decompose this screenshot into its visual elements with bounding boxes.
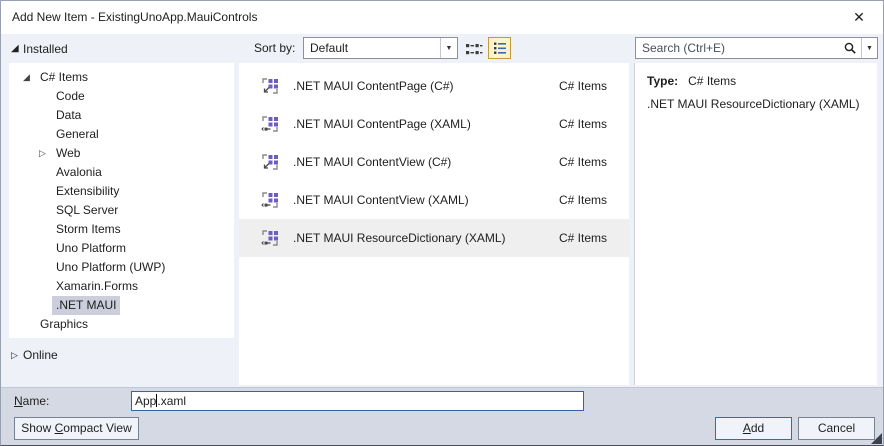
maui-csharp-file-icon bbox=[262, 78, 278, 94]
tree-item-label: Code bbox=[56, 89, 85, 103]
tree-item-data[interactable]: Data bbox=[9, 106, 234, 125]
sort-by-value: Default bbox=[310, 41, 349, 55]
tree-item-sql-server[interactable]: SQL Server bbox=[9, 201, 234, 220]
search-icon[interactable] bbox=[839, 38, 861, 58]
tree-item-net-maui[interactable]: .NET MAUI bbox=[9, 296, 234, 315]
template-list-item-net-maui-contentpage-c[interactable]: .NET MAUI ContentPage (C#) C# Items bbox=[239, 67, 629, 105]
name-value-before-caret: App bbox=[135, 394, 157, 408]
small-icons-icon bbox=[466, 43, 483, 54]
template-name: .NET MAUI ContentView (XAML) bbox=[293, 193, 469, 207]
template-name: .NET MAUI ContentPage (C#) bbox=[293, 79, 454, 93]
tree-item-label: Avalonia bbox=[56, 165, 102, 179]
nav-online[interactable]: ▷ Online bbox=[9, 345, 234, 365]
tree-item-uno-platform[interactable]: Uno Platform bbox=[9, 239, 234, 258]
xaml-template-icon bbox=[261, 229, 279, 247]
tree-item-web[interactable]: ▷ Web bbox=[9, 144, 234, 163]
tree-item-label: SQL Server bbox=[56, 203, 119, 217]
tree-item-xamarin-forms[interactable]: Xamarin.Forms bbox=[9, 277, 234, 296]
template-category: C# Items bbox=[558, 193, 607, 207]
template-name: .NET MAUI ContentView (C#) bbox=[293, 155, 452, 169]
template-name: .NET MAUI ResourceDictionary (XAML) bbox=[293, 231, 506, 245]
expanded-arrow-icon[interactable]: ◢ bbox=[23, 68, 36, 87]
resize-grip-icon[interactable] bbox=[871, 433, 882, 444]
detail-type-value: C# Items bbox=[688, 74, 737, 88]
nav-installed[interactable]: ◢ Installed bbox=[9, 39, 234, 59]
chevron-down-icon: ▼ bbox=[440, 38, 457, 58]
tree-item-label: General bbox=[56, 127, 99, 141]
tree-item-avalonia[interactable]: Avalonia bbox=[9, 163, 234, 182]
maui-csharp-file-icon bbox=[262, 154, 278, 170]
template-category: C# Items bbox=[558, 231, 607, 245]
collapsed-arrow-icon[interactable]: ▷ bbox=[39, 144, 52, 163]
tree-item-extensibility[interactable]: Extensibility bbox=[9, 182, 234, 201]
category-tree: ◢ C# Items Code Data General ▷ Web Avalo… bbox=[9, 63, 234, 338]
tree-item-label: Uno Platform (UWP) bbox=[56, 260, 166, 274]
template-list-item-net-maui-contentpage-xaml[interactable]: .NET MAUI ContentPage (XAML) C# Items bbox=[239, 105, 629, 143]
xaml-template-icon bbox=[261, 115, 279, 133]
template-name: .NET MAUI ContentPage (XAML) bbox=[293, 117, 471, 131]
template-list: .NET MAUI ContentPage (C#) C# Items .NET… bbox=[239, 63, 629, 385]
template-list-item-net-maui-contentview-c[interactable]: .NET MAUI ContentView (C#) C# Items bbox=[239, 143, 629, 181]
csharp-template-icon bbox=[261, 77, 279, 95]
tree-item-label: C# Items bbox=[40, 70, 89, 84]
maui-xaml-file-icon bbox=[261, 192, 278, 208]
name-value-after-caret: .xaml bbox=[157, 394, 187, 408]
tree-item-label: Storm Items bbox=[56, 222, 121, 236]
show-compact-view-button[interactable]: Show Compact View bbox=[14, 417, 139, 440]
detail-description: .NET MAUI ResourceDictionary (XAML) bbox=[647, 97, 860, 111]
xaml-template-icon bbox=[261, 191, 279, 209]
template-category: C# Items bbox=[558, 117, 607, 131]
template-list-item-net-maui-contentview-xaml[interactable]: .NET MAUI ContentView (XAML) C# Items bbox=[239, 181, 629, 219]
tree-item-general[interactable]: General bbox=[9, 125, 234, 144]
tree-item-label: Data bbox=[56, 108, 82, 122]
collapsed-arrow-icon[interactable]: ▷ bbox=[9, 345, 23, 365]
name-label: Name: bbox=[14, 394, 50, 408]
list-view-icon bbox=[493, 42, 506, 54]
template-category: C# Items bbox=[558, 155, 607, 169]
sort-by-label: Sort by: bbox=[254, 41, 296, 55]
detail-panel: Type: C# Items .NET MAUI ResourceDiction… bbox=[634, 63, 877, 385]
tree-item-storm-items[interactable]: Storm Items bbox=[9, 220, 234, 239]
tree-item-c-items[interactable]: ◢ C# Items bbox=[9, 68, 234, 87]
search-box: ▼ bbox=[635, 37, 878, 59]
template-category: C# Items bbox=[558, 79, 607, 93]
close-icon[interactable]: ✕ bbox=[849, 1, 869, 34]
search-input[interactable] bbox=[636, 38, 839, 58]
small-icons-view-button[interactable] bbox=[463, 38, 485, 59]
detail-type-line: Type: C# Items bbox=[647, 74, 869, 88]
maui-xaml-file-icon bbox=[261, 116, 278, 132]
add-button[interactable]: Add bbox=[715, 417, 792, 440]
add-new-item-dialog: Add New Item - ExistingUnoApp.MauiContro… bbox=[0, 0, 884, 446]
nav-online-label: Online bbox=[23, 348, 58, 362]
tree-item-label: Xamarin.Forms bbox=[56, 279, 139, 293]
detail-type-label: Type: bbox=[647, 74, 679, 88]
search-dropdown-icon[interactable]: ▼ bbox=[862, 38, 877, 58]
window-title: Add New Item - ExistingUnoApp.MauiContro… bbox=[12, 10, 258, 24]
list-view-button[interactable] bbox=[488, 37, 511, 59]
csharp-template-icon bbox=[261, 153, 279, 171]
tree-item-graphics[interactable]: Graphics bbox=[9, 315, 234, 334]
tree-item-code[interactable]: Code bbox=[9, 87, 234, 106]
footer-bar: Name: App.xaml Show Compact View Add Can… bbox=[1, 387, 883, 445]
tree-item-uno-platform-uwp[interactable]: Uno Platform (UWP) bbox=[9, 258, 234, 277]
maui-xaml-file-icon bbox=[261, 230, 278, 246]
title-bar: Add New Item - ExistingUnoApp.MauiContro… bbox=[1, 1, 883, 34]
template-list-item-net-maui-resourcedictionary-xaml[interactable]: .NET MAUI ResourceDictionary (XAML) C# I… bbox=[239, 219, 629, 257]
name-input[interactable]: App.xaml bbox=[131, 391, 584, 411]
cancel-button[interactable]: Cancel bbox=[798, 417, 875, 440]
nav-installed-label: Installed bbox=[23, 42, 68, 56]
tree-item-label: Web bbox=[56, 146, 81, 160]
tree-item-label: Uno Platform bbox=[56, 241, 127, 255]
sort-by-dropdown[interactable]: Default ▼ bbox=[303, 37, 458, 59]
tree-item-label: Extensibility bbox=[56, 184, 120, 198]
expanded-arrow-icon[interactable]: ◢ bbox=[9, 39, 23, 59]
tree-item-label: Graphics bbox=[40, 317, 89, 331]
tree-item-label: .NET MAUI bbox=[52, 296, 121, 315]
